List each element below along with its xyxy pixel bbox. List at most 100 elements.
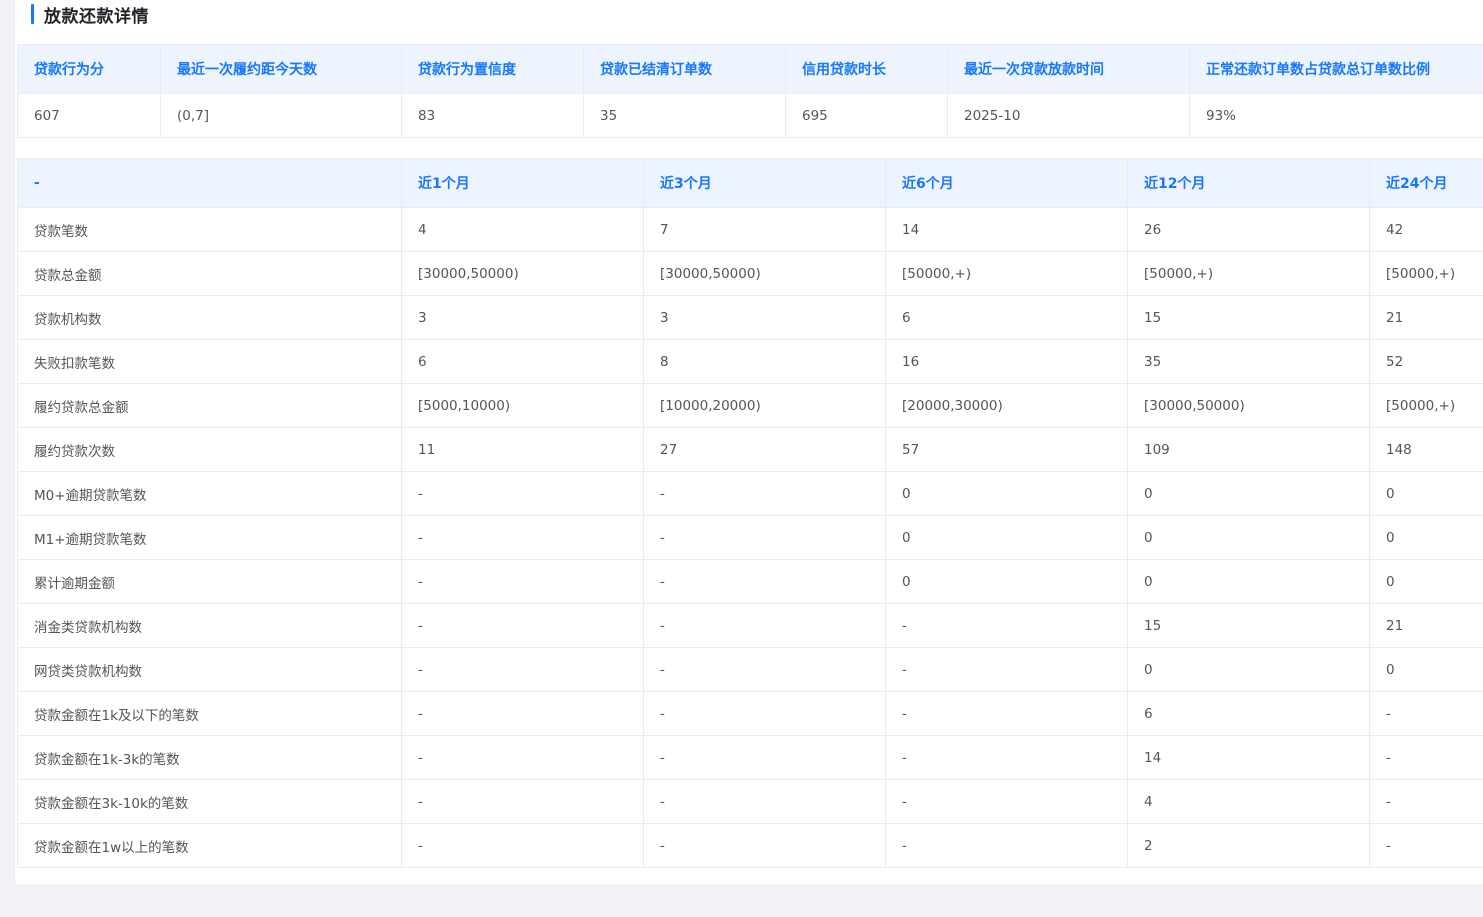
summary-header-cell: 贷款已结清订单数 (583, 44, 786, 94)
summary-header-row: 贷款行为分 最近一次履约距今天数 贷款行为置信度 贷款已结清订单数 信用贷款时长… (17, 44, 1483, 94)
period-value-cell: 14 (1127, 735, 1370, 780)
period-value-cell: 3 (643, 295, 886, 340)
summary-header-cell: 信用贷款时长 (785, 44, 948, 94)
period-value-cell: - (401, 559, 644, 604)
table-row: 贷款金额在1w以上的笔数 - - -2- (17, 823, 1483, 868)
period-value-cell: 0 (1369, 515, 1483, 560)
table-row: 消金类贷款机构数 - - -15 21 (17, 603, 1483, 648)
period-header-cell: - (17, 158, 402, 208)
period-value-cell: 26 (1127, 207, 1370, 252)
row-label-cell: 贷款金额在3k-10k的笔数 (17, 779, 402, 824)
period-value-cell: 27 (643, 427, 886, 472)
period-header-cell: 近24个月 (1369, 158, 1483, 208)
period-value-cell: 16 (885, 339, 1128, 384)
table-row: 履约贷款总金额 [5000,10000) [10000,20000) [20000,3… (17, 383, 1483, 428)
period-value-cell: 11 (401, 427, 644, 472)
period-value-cell: - (643, 823, 886, 868)
summary-value-cell: 35 (583, 93, 786, 138)
period-value-cell: 0 (885, 559, 1128, 604)
period-value-cell: 148 (1369, 427, 1483, 472)
row-label-cell: 消金类贷款机构数 (17, 603, 402, 648)
row-label-cell: 网贷类贷款机构数 (17, 647, 402, 692)
period-value-cell: [50000,+) (1369, 251, 1483, 296)
period-table-body: 贷款笔数 4 7 14 26 42 贷款总金额 [30000,50000) [30000,500… (17, 207, 1483, 868)
period-value-cell: 21 (1369, 295, 1483, 340)
period-value-cell: - (401, 603, 644, 648)
row-label-cell: 贷款金额在1k及以下的笔数 (17, 691, 402, 736)
period-header-cell: 近1个月 (401, 158, 644, 208)
table-row: 贷款总金额 [30000,50000) [30000,50000) [50000,+)… (17, 251, 1483, 296)
period-value-cell: - (643, 471, 886, 516)
table-row: 贷款金额在1k-3k的笔数 - - -14- (17, 735, 1483, 780)
period-value-cell: [10000,20000) (643, 383, 886, 428)
period-value-cell: 0 (1127, 647, 1370, 692)
period-value-cell: 15 (1127, 295, 1370, 340)
period-value-cell: - (643, 647, 886, 692)
summary-value-cell: 695 (785, 93, 948, 138)
period-value-cell: - (401, 735, 644, 780)
period-value-cell: - (1369, 691, 1483, 736)
period-value-cell: 6 (401, 339, 644, 384)
row-label-cell: 贷款笔数 (17, 207, 402, 252)
period-value-cell: [30000,50000) (1127, 383, 1370, 428)
period-value-cell: 0 (885, 515, 1128, 560)
summary-header-cell: 贷款行为置信度 (401, 44, 584, 94)
period-value-cell: - (1369, 779, 1483, 824)
period-value-cell: 4 (1127, 779, 1370, 824)
period-value-cell: 0 (1369, 647, 1483, 692)
period-value-cell: 0 (1127, 559, 1370, 604)
table-row: 贷款金额在1k及以下的笔数 - - -6- (17, 691, 1483, 736)
period-value-cell: - (401, 823, 644, 868)
period-value-cell: 2 (1127, 823, 1370, 868)
summary-header-cell: 正常还款订单数占贷款总订单数比例 (1189, 44, 1483, 94)
summary-value-cell: 93% (1189, 93, 1483, 138)
row-label-cell: 履约贷款总金额 (17, 383, 402, 428)
period-value-cell: 6 (1127, 691, 1370, 736)
period-header-cell: 近12个月 (1127, 158, 1370, 208)
table-row: 履约贷款次数 11 27 57 109 148 (17, 427, 1483, 472)
period-value-cell: 4 (401, 207, 644, 252)
period-value-cell: 52 (1369, 339, 1483, 384)
summary-value-cell: (0,7] (160, 93, 402, 138)
period-value-cell: - (643, 515, 886, 560)
summary-value-cell: 2025-10 (947, 93, 1190, 138)
period-value-cell: - (1369, 823, 1483, 868)
period-value-cell: 0 (1127, 515, 1370, 560)
period-value-cell: - (401, 779, 644, 824)
period-value-cell: 14 (885, 207, 1128, 252)
summary-header-cell: 最近一次贷款放款时间 (947, 44, 1190, 94)
period-value-cell: 35 (1127, 339, 1370, 384)
period-value-cell: 3 (401, 295, 644, 340)
period-value-cell: - (885, 823, 1128, 868)
period-value-cell: [50000,+) (885, 251, 1128, 296)
table-row: 失败扣款笔数 6 8 16 35 52 (17, 339, 1483, 384)
period-value-cell: - (885, 647, 1128, 692)
period-value-cell: 15 (1127, 603, 1370, 648)
period-value-cell: [20000,30000) (885, 383, 1128, 428)
summary-table: 贷款行为分 最近一次履约距今天数 贷款行为置信度 贷款已结清订单数 信用贷款时长… (17, 44, 1483, 138)
row-label-cell: 累计逾期金额 (17, 559, 402, 604)
period-value-cell: - (643, 603, 886, 648)
table-row: 累计逾期金额 - -0 0 0 (17, 559, 1483, 604)
table-row: M0+逾期贷款笔数 - -0 0 0 (17, 471, 1483, 516)
table-row: 贷款机构数 3 3 6 15 21 (17, 295, 1483, 340)
period-value-cell: - (643, 735, 886, 780)
row-label-cell: 失败扣款笔数 (17, 339, 402, 384)
period-value-cell: - (643, 779, 886, 824)
period-value-cell: [5000,10000) (401, 383, 644, 428)
period-value-cell: [30000,50000) (643, 251, 886, 296)
section-header: 放款还款详情 (31, 3, 149, 27)
period-value-cell: 8 (643, 339, 886, 384)
period-value-cell: 6 (885, 295, 1128, 340)
period-header-cell: 近3个月 (643, 158, 886, 208)
table-row: M1+逾期贷款笔数 - -0 0 0 (17, 515, 1483, 560)
period-value-cell: - (643, 691, 886, 736)
row-label-cell: 贷款金额在1k-3k的笔数 (17, 735, 402, 780)
period-value-cell: 0 (1369, 559, 1483, 604)
page-bottom-strip (0, 884, 1483, 917)
title-accent-bar (31, 4, 34, 24)
row-label-cell: M1+逾期贷款笔数 (17, 515, 402, 560)
period-value-cell: [50000,+) (1127, 251, 1370, 296)
row-label-cell: 贷款总金额 (17, 251, 402, 296)
summary-value-cell: 607 (17, 93, 161, 138)
